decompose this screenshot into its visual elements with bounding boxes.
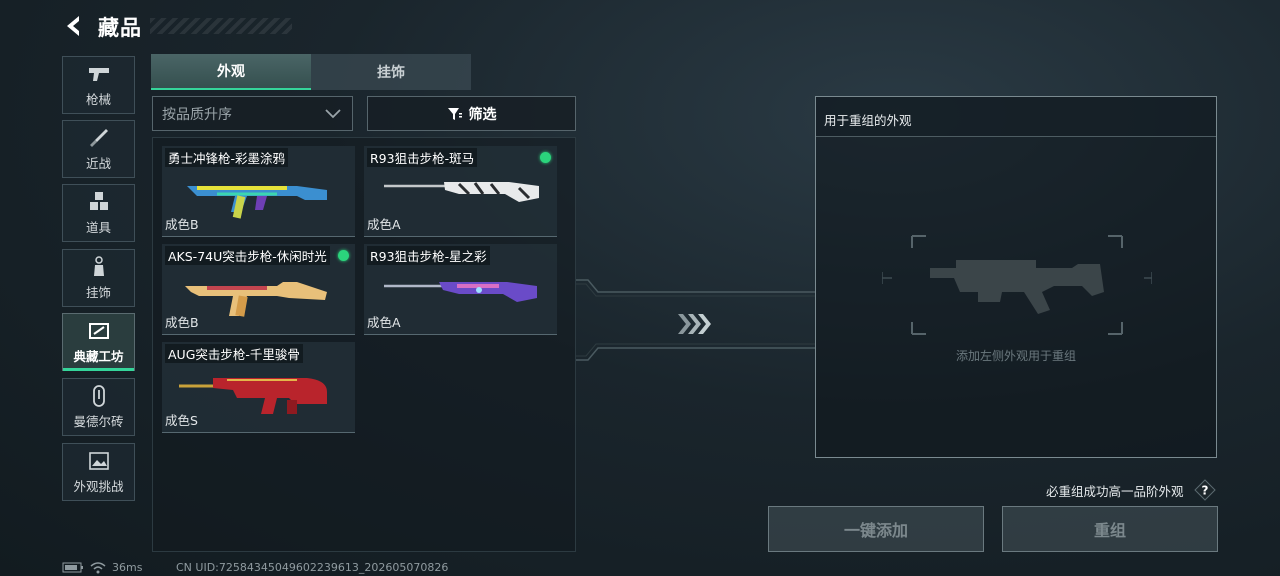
status-bar: 36ms <box>62 561 142 574</box>
ping-value: 36ms <box>112 561 143 574</box>
sidebar-item-label: 挂饰 <box>85 284 111 300</box>
empty-slot-rifle-icon[interactable] <box>882 232 1152 338</box>
sort-value: 按品质升序 <box>162 106 232 123</box>
sniper-skin-icon <box>384 182 539 202</box>
filter-icon <box>447 107 462 120</box>
chevron-down-icon <box>325 109 341 119</box>
filter-button[interactable]: 筛选 <box>367 96 576 131</box>
skin-card[interactable]: AKS-74U突击步枪-休闲时光 成色B <box>162 244 355 335</box>
skin-grade: 成色A <box>367 315 401 330</box>
sidebar-item-label: 道具 <box>85 219 111 235</box>
battery-icon <box>62 562 83 573</box>
sidebar-item-label: 曼德尔砖 <box>73 413 124 429</box>
page-title: 藏品 <box>98 16 142 40</box>
skin-grade: 成色B <box>165 315 199 330</box>
picture-icon <box>86 450 112 472</box>
skin-card[interactable]: R93狙击步枪-斑马 成色A <box>364 146 557 237</box>
sidebar-item-melee[interactable]: 近战 <box>62 120 135 178</box>
pistol-icon <box>86 63 112 85</box>
sidebar-item-label: 枪械 <box>85 91 111 107</box>
skin-grid: 勇士冲锋枪-彩墨涂鸦 成色B R93狙击步枪-斑马 成色A AKS-74U突击步… <box>152 137 576 552</box>
skin-name: AUG突击步枪-千里骏骨 <box>165 344 303 363</box>
skin-card[interactable]: AUG突击步枪-千里骏骨 成色S <box>162 342 355 433</box>
help-icon[interactable]: ? <box>1194 479 1216 501</box>
sort-dropdown[interactable]: 按品质升序 <box>152 96 353 131</box>
title-decoration <box>150 18 292 34</box>
skin-grade: 成色B <box>165 217 199 232</box>
sidebar-item-charms[interactable]: 挂饰 <box>62 249 135 307</box>
sidebar-item-mandel-brick[interactable]: 曼德尔砖 <box>62 378 135 436</box>
svg-text:?: ? <box>1202 484 1209 498</box>
smg-skin-icon <box>187 186 327 219</box>
sidebar-item-label: 近战 <box>85 155 111 171</box>
sidebar-item-guns[interactable]: 枪械 <box>62 56 135 114</box>
workshop-icon <box>86 320 112 342</box>
back-arrow-icon[interactable] <box>62 14 86 38</box>
skin-grade: 成色S <box>165 413 198 428</box>
bullpup-rifle-skin-icon <box>179 378 327 414</box>
tab-exterior[interactable]: 外观 <box>151 54 311 90</box>
recombine-panel: 用于重组的外观 添加左侧外观用于重组 <box>815 96 1217 458</box>
wifi-icon <box>90 561 106 573</box>
new-indicator-dot <box>540 152 551 163</box>
sniper-skin-icon <box>384 282 537 302</box>
recombine-panel-title: 用于重组的外观 <box>816 97 1216 137</box>
skin-name: 勇士冲锋枪-彩墨涂鸦 <box>165 148 289 167</box>
tab-charm[interactable]: 挂饰 <box>311 54 471 90</box>
recombine-hint: 添加左侧外观用于重组 <box>955 349 1076 363</box>
rifle-skin-icon <box>185 282 327 317</box>
skin-name: R93狙击步枪-星之彩 <box>367 246 490 265</box>
sidebar-item-label: 典藏工坊 <box>73 348 124 364</box>
brick-icon <box>86 384 112 407</box>
recombine-button[interactable]: 重组 <box>1002 506 1218 552</box>
sidebar-item-skin-challenge[interactable]: 外观挑战 <box>62 443 135 501</box>
skin-card[interactable]: 勇士冲锋枪-彩墨涂鸦 成色B <box>162 146 355 237</box>
quick-add-button[interactable]: 一键添加 <box>768 506 984 552</box>
sidebar-item-workshop[interactable]: 典藏工坊 <box>62 313 135 371</box>
skin-grade: 成色A <box>367 217 401 232</box>
cubes-icon <box>86 191 112 213</box>
filter-label: 筛选 <box>468 106 497 123</box>
skin-name: R93狙击步枪-斑马 <box>367 148 478 167</box>
sidebar-item-items[interactable]: 道具 <box>62 184 135 242</box>
chevrons-right-icon <box>678 314 711 334</box>
charm-icon <box>86 255 112 278</box>
skin-name: AKS-74U突击步枪-休闲时光 <box>165 246 330 265</box>
new-indicator-dot <box>338 250 349 261</box>
knife-icon <box>86 127 112 149</box>
sidebar-item-label: 外观挑战 <box>73 478 124 494</box>
skin-card[interactable]: R93狙击步枪-星之彩 成色A <box>364 244 557 335</box>
player-uid: CN UID:72584345049602239613_202605070826 <box>176 561 449 574</box>
success-note: 必重组成功高一品阶外观 <box>1046 484 1184 499</box>
